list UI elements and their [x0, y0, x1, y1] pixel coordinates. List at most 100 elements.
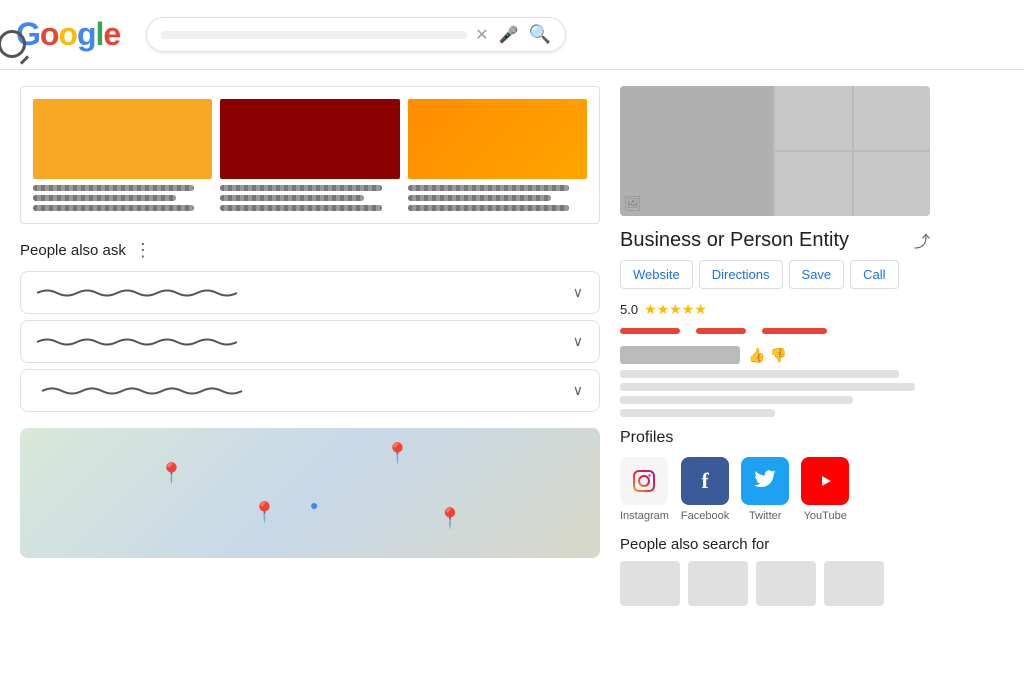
review-bar-header: 👍 👎	[620, 346, 930, 364]
also-search-item-4[interactable]	[824, 561, 884, 606]
twitter-bird-icon	[753, 469, 777, 493]
also-search-item-2[interactable]	[688, 561, 748, 606]
squiggle-line	[37, 337, 237, 347]
wavy-line	[220, 205, 381, 211]
instagram-icon-box	[620, 457, 668, 505]
ask-item-2[interactable]: ∨	[20, 320, 600, 363]
chevron-down-icon[interactable]: ∨	[573, 284, 583, 301]
profiles-grid: Instagram f Facebook Twitter	[620, 457, 930, 522]
more-options-icon[interactable]: ⋮	[134, 240, 152, 261]
thumbs-up-icon[interactable]: 👍	[748, 347, 765, 364]
photo-cell-top-right[interactable]	[854, 86, 931, 150]
twitter-icon-box	[741, 457, 789, 505]
review-line	[620, 370, 899, 378]
red-bar-1	[620, 328, 680, 334]
dark-red-image[interactable]	[220, 99, 399, 179]
wavy-line	[408, 195, 551, 201]
save-button[interactable]: Save	[789, 260, 845, 289]
squiggle-line	[37, 386, 247, 396]
review-line	[620, 409, 775, 417]
twitter-label: Twitter	[749, 510, 781, 522]
photo-cell-bot-mid[interactable]	[775, 152, 852, 216]
image-text-lines-2	[220, 185, 399, 211]
image-card-1[interactable]	[33, 99, 212, 211]
image-results-panel	[20, 86, 600, 224]
yellow-image[interactable]	[33, 99, 212, 179]
wavy-line	[408, 205, 569, 211]
photo-cell-bot-right[interactable]	[854, 152, 931, 216]
photo-grid: 🖼	[620, 86, 930, 216]
rating-row: 5.0 ★★★★★	[620, 301, 930, 318]
wavy-line	[33, 195, 176, 201]
search-button-icon[interactable]: 🔍	[529, 24, 551, 45]
search-input[interactable]	[161, 31, 467, 39]
people-ask-header: People also ask ⋮	[20, 240, 600, 261]
map-pin-red-3: 📍	[252, 500, 277, 525]
red-bar-2	[696, 328, 746, 334]
youtube-label: YouTube	[804, 510, 847, 522]
search-icons: ✕ 🎤 🔍	[475, 24, 551, 45]
directions-button[interactable]: Directions	[699, 260, 783, 289]
facebook-icon-box: f	[681, 457, 729, 505]
thumbs-down-icon[interactable]: 👎	[769, 347, 786, 364]
star-rating: ★★★★★	[644, 301, 707, 318]
website-button[interactable]: Website	[620, 260, 693, 289]
review-section: 👍 👎	[620, 346, 930, 417]
magnifier-icon	[0, 30, 26, 58]
action-buttons: Website Directions Save Call	[620, 260, 930, 289]
image-card-3[interactable]	[408, 99, 587, 211]
profile-twitter[interactable]: Twitter	[741, 457, 789, 522]
chevron-down-icon[interactable]: ∨	[573, 382, 583, 399]
youtube-icon-box	[801, 457, 849, 505]
red-bar-3	[762, 328, 827, 334]
red-bars	[620, 328, 930, 334]
left-column: People also ask ⋮ ∨	[20, 86, 600, 667]
map-section[interactable]: 📍 📍 📍 📍 ●	[20, 428, 600, 558]
also-search-title: People also search for	[620, 536, 930, 553]
call-button[interactable]: Call	[850, 260, 898, 289]
ask-wavy-lines	[37, 337, 573, 347]
squiggle-line	[37, 288, 237, 298]
profile-youtube[interactable]: YouTube	[801, 457, 849, 522]
photo-cell-top-mid[interactable]	[775, 86, 852, 150]
google-logo[interactable]: Google	[16, 16, 120, 53]
facebook-f-icon: f	[701, 468, 708, 494]
review-text-lines	[620, 370, 930, 417]
entity-header: Business or Person Entity ⤴	[620, 228, 930, 252]
photo-icon: 🖼	[624, 195, 642, 212]
instagram-label: Instagram	[620, 510, 669, 522]
wavy-line	[220, 195, 363, 201]
right-column: 🖼 Business or Person Entity ⤴ Website Di…	[620, 86, 930, 667]
also-search-item-1[interactable]	[620, 561, 680, 606]
map-pin-red-1: 📍	[159, 461, 184, 486]
review-line	[620, 383, 915, 391]
profile-facebook[interactable]: f Facebook	[681, 457, 729, 522]
orange-image[interactable]	[408, 99, 587, 179]
image-card-2[interactable]	[220, 99, 399, 211]
profiles-title: Profiles	[620, 429, 930, 447]
review-gray-bar	[620, 346, 740, 364]
ask-item-3[interactable]: ∨	[20, 369, 600, 412]
chevron-down-icon[interactable]: ∨	[573, 333, 583, 350]
photo-cell-large[interactable]: 🖼	[620, 86, 773, 216]
also-search-grid	[620, 561, 930, 606]
instagram-icon	[632, 469, 656, 493]
profile-instagram[interactable]: Instagram	[620, 457, 669, 522]
facebook-label: Facebook	[681, 510, 729, 522]
share-icon[interactable]: ⤴	[914, 228, 930, 252]
people-ask-title: People also ask	[20, 242, 126, 259]
youtube-play-icon	[811, 471, 839, 491]
ask-item-1[interactable]: ∨	[20, 271, 600, 314]
thumb-icons: 👍 👎	[748, 347, 787, 364]
wavy-line	[33, 185, 194, 191]
clear-icon[interactable]: ✕	[475, 25, 488, 45]
logo-area: Google	[16, 16, 136, 53]
map-pin-blue: ●	[310, 497, 318, 513]
image-text-lines-1	[33, 185, 212, 211]
also-search-item-3[interactable]	[756, 561, 816, 606]
search-bar[interactable]: ✕ 🎤 🔍	[146, 17, 566, 52]
wavy-line	[220, 185, 381, 191]
profiles-section: Profiles	[620, 429, 930, 522]
microphone-icon[interactable]: 🎤	[499, 25, 519, 45]
wavy-line	[33, 205, 194, 211]
